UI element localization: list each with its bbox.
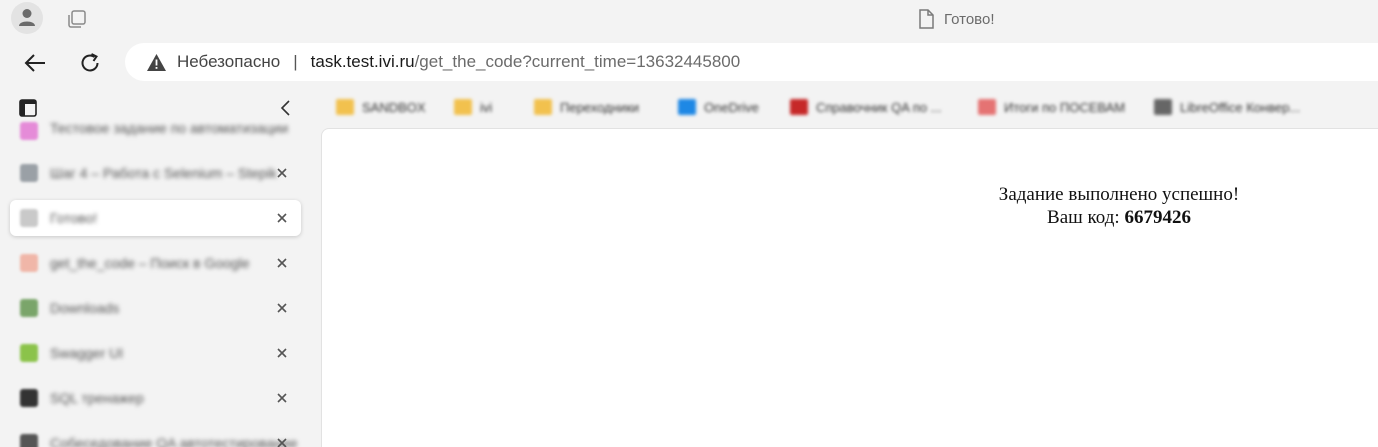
bookmark-item[interactable]: OneDrive — [678, 98, 759, 116]
address-separator: | — [293, 52, 298, 71]
tab-favicon-icon — [20, 164, 38, 182]
bookmark-label: SANDBOX — [362, 99, 426, 115]
vertical-tab[interactable]: Swagger UI — [10, 335, 301, 371]
vertical-tab[interactable]: Собеседование QA автотестирование — [10, 425, 301, 447]
security-label[interactable]: Небезопасно — [177, 52, 280, 72]
cloud-icon — [678, 99, 696, 115]
bookmarks-bar: SANDBOX ivi Переходники OneDrive Справоч… — [320, 86, 1378, 128]
bookmark-label: OneDrive — [704, 99, 759, 115]
window-title-text: Готово! — [944, 10, 995, 28]
bookmark-folder[interactable]: ivi — [454, 98, 492, 116]
tab-favicon-icon — [20, 254, 38, 272]
vertical-tab[interactable]: Шаг 4 – Работа с Selenium – Stepik — [10, 155, 301, 191]
bookmark-folder[interactable]: Переходники — [534, 98, 639, 116]
vertical-tab-label: Шаг 4 – Работа с Selenium – Stepik — [50, 165, 277, 181]
close-icon — [277, 303, 287, 313]
vertical-tab-active[interactable]: Готово! — [10, 200, 301, 236]
file-icon — [1154, 99, 1172, 115]
person-icon — [19, 9, 35, 26]
vertical-tab[interactable]: Downloads — [10, 290, 301, 326]
tab-stack-icon — [68, 10, 86, 28]
vertical-tab[interactable]: Тестовое задание по автоматизации — [10, 120, 301, 142]
page-content: Задание выполнено успешно! Ваш код: 6679… — [321, 128, 1378, 447]
warning-icon — [147, 53, 166, 71]
close-tab-button[interactable] — [273, 164, 291, 182]
close-icon — [277, 393, 287, 403]
vertical-tab-label: get_the_code – Поиск в Google — [50, 255, 250, 271]
vertical-tab-label: Готово! — [50, 210, 98, 226]
close-icon — [277, 168, 287, 178]
close-icon — [277, 438, 287, 447]
vertical-tab-label: Тестовое задание по автоматизации — [50, 120, 289, 136]
folder-icon — [336, 99, 354, 115]
bookmark-item[interactable]: Итоги по ПОСЕВАМ — [978, 98, 1125, 116]
bookmark-label: ivi — [480, 99, 493, 115]
bookmark-folder[interactable]: SANDBOX — [336, 98, 426, 116]
vertical-tab-label: Собеседование QA автотестирование — [50, 435, 298, 447]
sidebar-toggle-button[interactable] — [19, 99, 37, 122]
vertical-tab-label: Downloads — [50, 300, 120, 316]
url-path[interactable]: /get_the_code?current_time=13632445800 — [415, 52, 741, 72]
address-bar[interactable]: Небезопасно | task.test.ivi.ru /get_the_… — [125, 43, 1378, 81]
code-line: Ваш код: 6679426 — [919, 206, 1319, 229]
back-button[interactable] — [19, 48, 51, 78]
chevron-left-icon — [280, 100, 290, 116]
code-value: 6679426 — [1124, 207, 1191, 228]
tab-favicon-icon — [20, 434, 38, 447]
bookmark-label: LibreOffice Конвер... — [1180, 99, 1301, 115]
vertical-tab-label: SQL тренажер — [50, 390, 144, 406]
profile-button[interactable] — [11, 2, 43, 34]
bookmark-item[interactable]: Справочник QA по ... — [790, 98, 942, 116]
reload-icon — [81, 53, 99, 72]
tab-actions-button[interactable] — [66, 8, 88, 35]
window-title: Готово! — [918, 9, 995, 29]
bookmark-item[interactable]: LibreOffice Конвер... — [1154, 98, 1300, 116]
bookmark-label: Переходники — [560, 99, 640, 115]
close-tab-button[interactable] — [273, 389, 291, 407]
close-tab-button[interactable] — [273, 254, 291, 272]
close-icon — [277, 258, 287, 268]
close-tab-button[interactable] — [273, 209, 291, 227]
reload-button[interactable] — [74, 48, 106, 78]
tab-favicon-icon — [20, 209, 38, 227]
vertical-tab[interactable]: SQL тренажер — [10, 380, 301, 416]
bookmark-label: Справочник QA по ... — [816, 99, 942, 115]
bookmark-label: Итоги по ПОСЕВАМ — [1004, 99, 1126, 115]
code-label: Ваш код: — [1047, 207, 1125, 228]
doc-icon — [790, 99, 808, 115]
close-tab-button[interactable] — [273, 299, 291, 317]
vertical-tab[interactable]: get_the_code – Поиск в Google — [10, 245, 301, 281]
close-icon — [277, 213, 287, 223]
folder-icon — [454, 99, 472, 115]
url-host[interactable]: task.test.ivi.ru — [311, 52, 415, 72]
title-bar: Готово! — [0, 0, 1378, 40]
arrow-left-icon — [24, 54, 45, 72]
close-icon — [277, 348, 287, 358]
page-icon — [919, 9, 934, 29]
tab-favicon-icon — [20, 122, 38, 140]
tab-favicon-icon — [20, 299, 38, 317]
navigation-bar: Небезопасно | task.test.ivi.ru /get_the_… — [0, 40, 1378, 86]
folder-icon — [534, 99, 552, 115]
close-tab-button[interactable] — [273, 344, 291, 362]
collapse-sidebar-button[interactable] — [279, 99, 293, 122]
result-message: Задание выполнено успешно! Ваш код: 6679… — [919, 183, 1319, 229]
tab-favicon-icon — [20, 344, 38, 362]
sidebar-panel-icon — [19, 99, 37, 117]
close-tab-button[interactable] — [273, 434, 291, 447]
success-text: Задание выполнено успешно! — [998, 184, 1240, 205]
app-icon — [978, 99, 996, 115]
vertical-tabs-sidebar: Тестовое задание по автоматизации Шаг 4 … — [0, 86, 320, 447]
vertical-tab-label: Swagger UI — [50, 345, 124, 361]
tab-favicon-icon — [20, 389, 38, 407]
